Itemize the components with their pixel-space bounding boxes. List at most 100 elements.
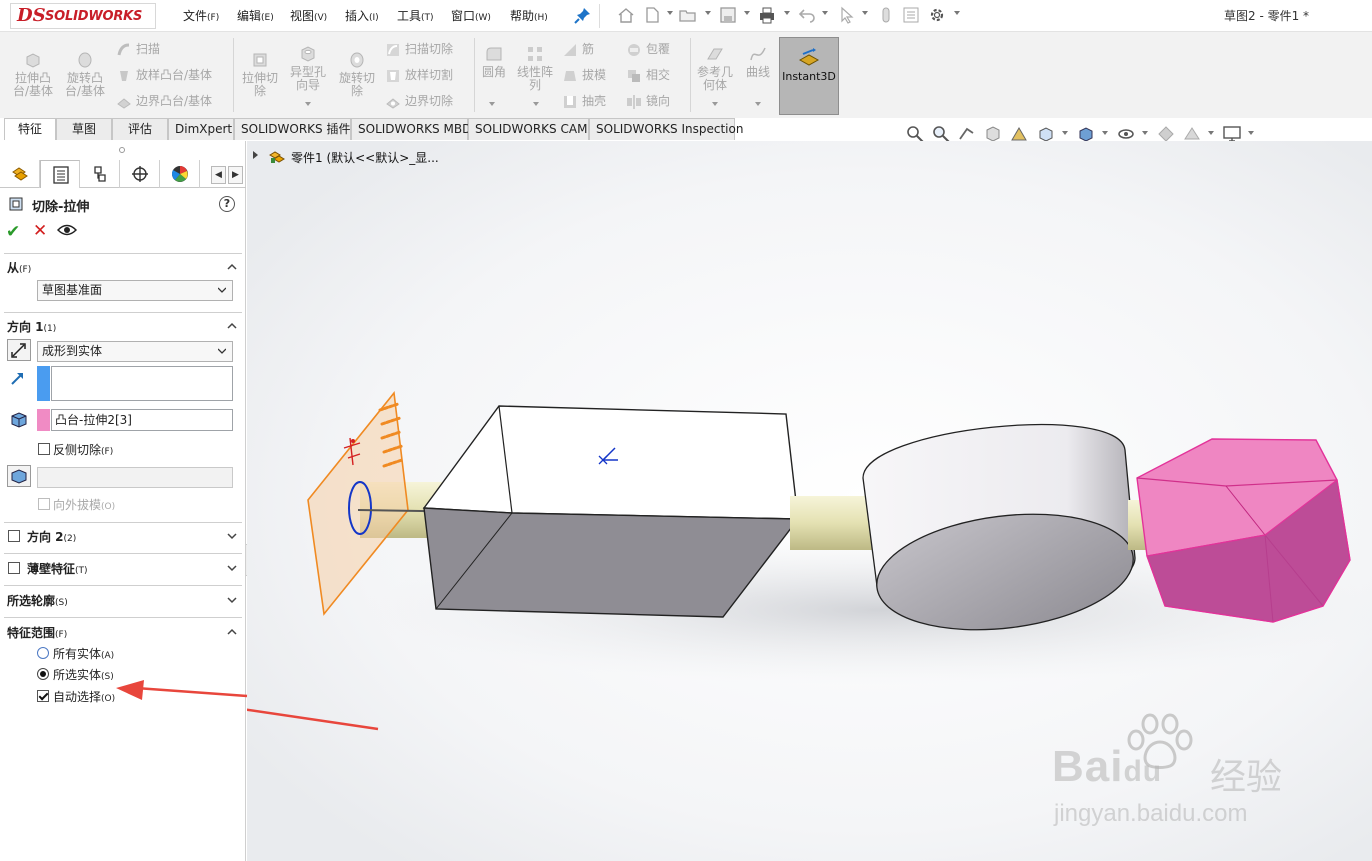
- menu-insert[interactable]: 插入(I): [345, 7, 379, 24]
- draft-angle-input[interactable]: [37, 467, 265, 488]
- draft-outward-checkbox[interactable]: [38, 498, 50, 510]
- tab-sketch[interactable]: 草图: [56, 118, 112, 140]
- tab-solidworks-addins[interactable]: SOLIDWORKS 插件: [234, 118, 351, 140]
- file-properties-icon[interactable]: [902, 6, 920, 24]
- select-dropdown-arrow[interactable]: [862, 11, 868, 15]
- end-condition-select[interactable]: 成形到实体: [37, 341, 233, 362]
- new-document-icon[interactable]: [643, 6, 661, 24]
- instant3d-button[interactable]: Instant3D: [779, 37, 839, 115]
- open-dropdown-arrow[interactable]: [705, 11, 711, 15]
- direction2-section-header[interactable]: 方向 2(2): [27, 528, 76, 545]
- undo-icon[interactable]: [798, 6, 816, 24]
- home-icon[interactable]: [617, 6, 635, 24]
- help-icon[interactable]: ?: [219, 196, 235, 212]
- dimxpertmanager-tab[interactable]: [120, 160, 160, 188]
- direction1-section-header[interactable]: 方向 1(1): [7, 318, 56, 335]
- sweep-button[interactable]: 扫描: [116, 40, 160, 58]
- ok-checkmark-icon[interactable]: ✔: [6, 222, 20, 242]
- tabs-scroll-right-button[interactable]: ▶: [228, 166, 243, 184]
- from-section-header[interactable]: 从(F): [7, 259, 31, 276]
- wrap-button[interactable]: 包覆: [626, 40, 670, 58]
- reference-geometry-button[interactable]: 参考几 何体: [693, 44, 737, 92]
- new-dropdown-arrow[interactable]: [667, 11, 673, 15]
- save-dropdown-arrow[interactable]: [744, 11, 750, 15]
- boundary-cut-button[interactable]: 边界切除: [385, 92, 453, 110]
- save-icon[interactable]: [719, 6, 737, 24]
- menu-file[interactable]: 文件(F): [183, 7, 219, 24]
- undo-dropdown-arrow[interactable]: [822, 11, 828, 15]
- featuremanager-tab[interactable]: [0, 160, 40, 188]
- tab-features[interactable]: 特征: [4, 118, 56, 140]
- rebuild-icon[interactable]: [877, 6, 895, 24]
- selected-bodies-radio[interactable]: [37, 668, 49, 680]
- curves-button[interactable]: 曲线: [741, 44, 775, 79]
- rectangular-box-body[interactable]: [422, 405, 800, 618]
- panel-grip[interactable]: [119, 147, 125, 153]
- reverse-direction-button[interactable]: [7, 339, 31, 361]
- boundary-boss-button[interactable]: 边界凸台/基体: [116, 92, 212, 110]
- loft-cut-button[interactable]: 放样切割: [385, 66, 453, 84]
- select-cursor-icon[interactable]: [838, 6, 856, 24]
- view-orientation-dropdown-arrow[interactable]: [1062, 131, 1068, 135]
- options-dropdown-arrow[interactable]: [954, 11, 960, 15]
- hole-wizard-button[interactable]: 异型孔 向导: [285, 44, 331, 92]
- configurationmanager-tab[interactable]: [80, 160, 120, 188]
- tab-evaluate[interactable]: 评估: [112, 118, 168, 140]
- solidworks-logo[interactable]: DS SOLIDWORKS: [10, 3, 156, 29]
- displaymanager-tab[interactable]: [160, 160, 200, 188]
- options-gear-icon[interactable]: [928, 6, 946, 24]
- linear-pattern-button[interactable]: 线性阵 列: [513, 44, 557, 92]
- chevron-down-icon[interactable]: [227, 595, 237, 605]
- hole-wizard-dropdown-arrow[interactable]: [305, 102, 311, 106]
- draft-button[interactable]: 拔模: [562, 66, 606, 84]
- menu-tools[interactable]: 工具(T): [397, 7, 434, 24]
- curves-dropdown-arrow[interactable]: [755, 102, 761, 106]
- mirror-button[interactable]: 镜向: [626, 92, 670, 110]
- propertymanager-tab[interactable]: [40, 160, 80, 188]
- menu-window[interactable]: 窗口(W): [451, 7, 491, 24]
- sweep-cut-button[interactable]: 扫描切除: [385, 40, 453, 58]
- intersect-button[interactable]: 相交: [626, 66, 670, 84]
- tab-solidworks-mbd[interactable]: SOLIDWORKS MBD: [351, 118, 471, 140]
- flip-side-to-cut-checkbox[interactable]: [38, 443, 50, 455]
- extrude-boss-button[interactable]: 拉伸凸 台/基体: [10, 50, 56, 98]
- hide-show-dropdown-arrow[interactable]: [1142, 131, 1148, 135]
- print-icon[interactable]: [758, 6, 776, 24]
- tab-dimxpert[interactable]: DimXpert: [168, 118, 234, 140]
- rib-button[interactable]: 筋: [562, 40, 594, 58]
- graphics-area[interactable]: [247, 141, 1372, 861]
- cancel-x-icon[interactable]: ✕: [33, 221, 47, 241]
- hexagonal-prism-body-selected[interactable]: [1136, 438, 1351, 623]
- linear-pattern-dropdown-arrow[interactable]: [533, 102, 539, 106]
- tabs-scroll-left-button[interactable]: ◀: [211, 166, 226, 184]
- tab-solidworks-inspection[interactable]: SOLIDWORKS Inspection: [589, 118, 743, 140]
- direction2-checkbox[interactable]: [8, 530, 20, 542]
- feature-scope-section-header[interactable]: 特征范围(F): [7, 624, 67, 641]
- tree-expand-arrow[interactable]: [253, 151, 258, 159]
- direction-vector-selection-box[interactable]: [51, 366, 233, 401]
- menu-help[interactable]: 帮助(H): [510, 7, 548, 24]
- display-style-dropdown-arrow[interactable]: [1102, 131, 1108, 135]
- fillet-button[interactable]: 圆角: [478, 44, 510, 79]
- chevron-up-icon[interactable]: [227, 321, 237, 331]
- selected-contours-section-header[interactable]: 所选轮廓(S): [7, 592, 68, 609]
- thin-feature-checkbox[interactable]: [8, 562, 20, 574]
- chevron-up-icon[interactable]: [227, 262, 237, 272]
- from-start-condition-select[interactable]: 草图基准面: [37, 280, 233, 301]
- print-dropdown-arrow[interactable]: [784, 11, 790, 15]
- all-bodies-radio[interactable]: [37, 647, 49, 659]
- detailed-preview-eye-icon[interactable]: [57, 222, 77, 238]
- menu-view[interactable]: 视图(V): [290, 7, 327, 24]
- extrude-cut-button[interactable]: 拉伸切 除: [237, 50, 283, 98]
- view-settings-dropdown-arrow[interactable]: [1248, 131, 1254, 135]
- fillet-dropdown-arrow[interactable]: [489, 102, 495, 106]
- apply-scene-dropdown-arrow[interactable]: [1208, 131, 1214, 135]
- loft-boss-button[interactable]: 放样凸台/基体: [116, 66, 212, 84]
- chevron-up-icon[interactable]: [227, 627, 237, 637]
- draft-on-off-button[interactable]: [7, 465, 31, 487]
- tab-solidworks-cam[interactable]: SOLIDWORKS CAM: [468, 118, 589, 140]
- thin-feature-section-header[interactable]: 薄壁特征(T): [27, 560, 88, 577]
- revolve-cut-button[interactable]: 旋转切 除: [334, 50, 380, 98]
- reference-geometry-dropdown-arrow[interactable]: [712, 102, 718, 106]
- shell-button[interactable]: 抽壳: [562, 92, 606, 110]
